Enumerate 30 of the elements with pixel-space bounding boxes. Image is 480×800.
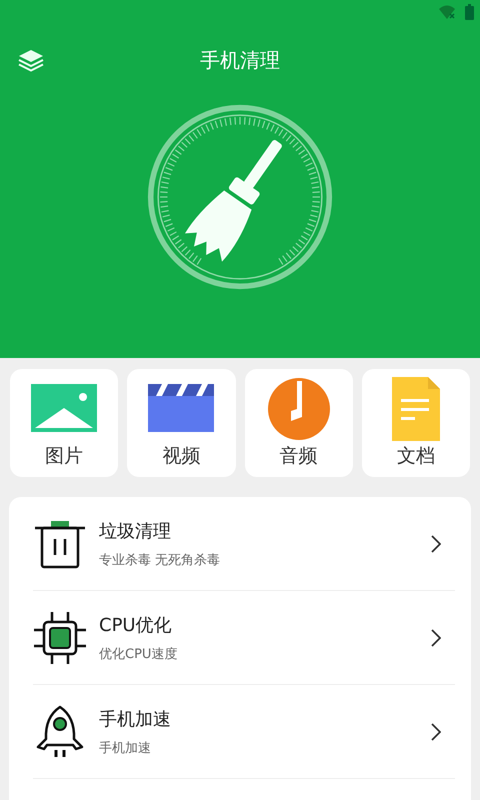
feature-title: 垃圾清理 (99, 520, 172, 542)
category-label: 音频 (280, 444, 318, 469)
image-icon (31, 384, 98, 432)
category-label: 文档 (396, 444, 435, 469)
category-label: 图片 (45, 444, 84, 469)
category-tile[interactable]: 图片 (10, 369, 118, 477)
document-icon (392, 377, 440, 441)
chip-icon (33, 610, 87, 664)
feature-title: CPU优化 (99, 614, 173, 636)
feature-row[interactable]: 手机加速 手机加速 (33, 685, 455, 779)
music-note-icon (266, 377, 331, 441)
chevron-right-icon (431, 628, 441, 646)
chevron-right-icon (431, 534, 441, 552)
category-tile[interactable]: 音频 (244, 369, 353, 477)
feature-subtitle: 手机加速 (99, 740, 152, 756)
layers-icon[interactable] (18, 49, 44, 73)
broom-dial-drawing[interactable] (147, 104, 333, 290)
feature-subtitle: 优化CPU速度 (99, 646, 178, 662)
category-label: 视频 (162, 444, 200, 469)
feature-row[interactable]: CPU优化 优化CPU速度 (33, 591, 455, 685)
feature-row[interactable]: 垃圾清理 专业杀毒 无死角杀毒 (33, 497, 455, 591)
battery-icon (465, 4, 474, 20)
wifi-icon (439, 5, 455, 19)
chevron-right-icon (431, 722, 441, 740)
category-tile[interactable]: 文档 (362, 369, 470, 477)
clapperboard-icon (148, 384, 214, 432)
screen-title: 手机清理 (200, 46, 280, 74)
feature-subtitle: 专业杀毒 无死角杀毒 (99, 552, 222, 568)
feature-title: 手机加速 (99, 708, 172, 730)
category-tile[interactable]: 视频 (127, 369, 236, 477)
